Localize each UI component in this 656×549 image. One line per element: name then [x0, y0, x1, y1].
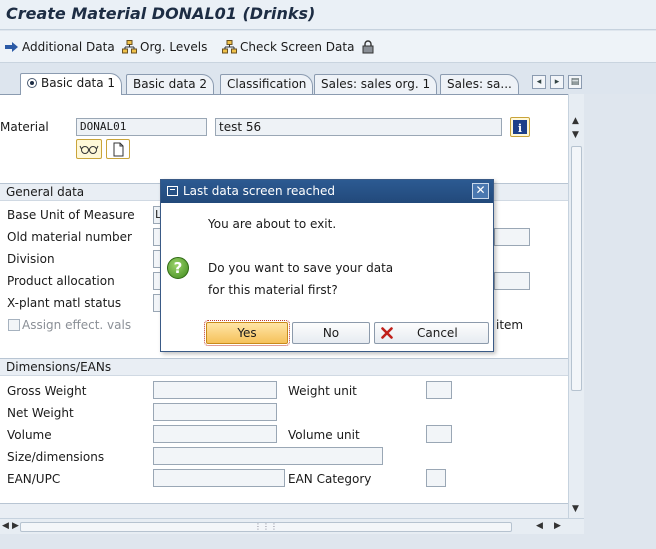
- product-allocation-label: Product allocation: [7, 274, 115, 288]
- svg-text:i: i: [518, 122, 522, 135]
- gross-weight-label: Gross Weight: [7, 384, 87, 398]
- dialog-message-line3: for this material first?: [208, 283, 338, 297]
- base-uom-label: Base Unit of Measure: [7, 208, 135, 222]
- ean-category-field[interactable]: [426, 469, 446, 487]
- tab-scroll-left-icon[interactable]: ◂: [532, 75, 546, 89]
- next-section-header: [0, 503, 568, 518]
- no-button[interactable]: No: [292, 322, 370, 344]
- lock-icon: [362, 40, 374, 54]
- vertical-scrollbar[interactable]: ▲ ▼ ▼: [568, 94, 584, 518]
- tab-label: Sales: sales org. 1: [321, 77, 431, 91]
- radio-selected-icon: [27, 78, 37, 88]
- product-allocation-right-field[interactable]: [494, 272, 530, 290]
- check-screen-icon: [222, 40, 237, 54]
- material-label: Material: [0, 120, 49, 134]
- weight-unit-field[interactable]: [426, 381, 452, 399]
- lock-button[interactable]: [362, 39, 377, 55]
- org-levels-label: Org. Levels: [140, 40, 208, 54]
- volume-label: Volume: [7, 428, 52, 442]
- save-confirmation-dialog: Last data screen reached ✕ You are about…: [160, 179, 494, 352]
- tab-strip: Basic data 1 Basic data 2 Classification…: [0, 63, 656, 95]
- dialog-close-icon[interactable]: ✕: [472, 183, 489, 199]
- tab-basic-data-2[interactable]: Basic data 2: [126, 74, 215, 94]
- scroll-down-icon[interactable]: ▼: [572, 504, 579, 514]
- assign-effect-label: Assign effect. vals: [22, 318, 132, 332]
- check-screen-data-label: Check Screen Data: [240, 40, 355, 54]
- net-weight-field[interactable]: [153, 403, 277, 421]
- division-label: Division: [7, 252, 55, 266]
- ean-upc-field[interactable]: [153, 469, 285, 487]
- weight-unit-label: Weight unit: [288, 384, 357, 398]
- ean-upc-label: EAN/UPC: [7, 472, 61, 486]
- question-icon: ?: [167, 257, 189, 279]
- vertical-scroll-thumb[interactable]: [571, 146, 582, 391]
- bottom-background: [0, 534, 584, 549]
- org-levels-button[interactable]: Org. Levels: [122, 39, 207, 55]
- scroll-right-small-icon[interactable]: ▶: [12, 521, 19, 531]
- hierarchy-icon: [122, 40, 137, 54]
- dialog-message-line2: Do you want to save your data: [208, 261, 394, 275]
- window-title: Create Material DONAL01 (Drinks): [6, 4, 316, 23]
- tab-list-icon[interactable]: ▤: [568, 75, 582, 89]
- dimensions-eans-header: Dimensions/EANs: [0, 358, 568, 376]
- horizontal-scrollbar[interactable]: ◀ ▶ ⋮⋮⋮ ◀ ▶: [0, 518, 584, 534]
- document-button[interactable]: [106, 139, 130, 159]
- cancel-label: Cancel: [417, 326, 458, 340]
- volume-unit-label: Volume unit: [288, 428, 360, 442]
- tab-label: Classification: [227, 77, 307, 91]
- net-weight-label: Net Weight: [7, 406, 74, 420]
- glasses-icon: [79, 145, 99, 154]
- old-material-number-label: Old material number: [7, 230, 132, 244]
- tab-label: Sales: sa...: [447, 77, 512, 91]
- horizontal-scroll-thumb[interactable]: ⋮⋮⋮: [20, 522, 512, 532]
- cancel-button[interactable]: Cancel: [374, 322, 489, 344]
- volume-field[interactable]: [153, 425, 277, 443]
- tab-sales-org-1[interactable]: Sales: sales org. 1: [314, 74, 438, 94]
- check-screen-data-button[interactable]: Check Screen Data: [222, 39, 354, 55]
- volume-unit-field[interactable]: [426, 425, 452, 443]
- scroll-left-icon[interactable]: ◀: [2, 521, 9, 531]
- cancel-x-icon: [381, 327, 393, 339]
- info-button[interactable]: i: [510, 117, 530, 137]
- size-dimensions-field[interactable]: [153, 447, 383, 465]
- glasses-button[interactable]: [76, 139, 102, 159]
- additional-data-button[interactable]: Additional Data: [4, 39, 115, 55]
- assign-effect-checkbox[interactable]: [8, 319, 20, 331]
- tab-scroll-right-icon[interactable]: ▸: [550, 75, 564, 89]
- ean-category-label: EAN Category: [288, 472, 372, 486]
- tab-classification[interactable]: Classification: [220, 74, 314, 94]
- tab-basic-data-1[interactable]: Basic data 1: [20, 73, 123, 95]
- application-toolbar: Additional Data Org. Levels Check Screen…: [0, 31, 656, 63]
- gross-weight-field[interactable]: [153, 381, 277, 399]
- old-material-right-field[interactable]: [494, 228, 530, 246]
- xplant-status-label: X-plant matl status: [7, 296, 122, 310]
- size-dimensions-label: Size/dimensions: [7, 450, 105, 464]
- document-icon: [113, 142, 124, 157]
- dialog-title: Last data screen reached: [183, 184, 335, 198]
- scroll-up-icon[interactable]: ▲: [572, 116, 579, 126]
- material-number-field[interactable]: DONAL01: [76, 118, 207, 136]
- material-description-field[interactable]: test 56: [215, 118, 502, 136]
- tab-label: Basic data 2: [133, 77, 208, 91]
- tab-label: Basic data 1: [41, 76, 116, 90]
- info-icon: i: [513, 120, 527, 135]
- additional-data-label: Additional Data: [22, 40, 115, 54]
- scroll-right-icon[interactable]: ▶: [554, 521, 561, 531]
- right-background: [585, 94, 656, 549]
- arrow-right-icon: [5, 42, 18, 52]
- window-icon: [167, 186, 178, 196]
- yes-button[interactable]: Yes: [204, 320, 290, 346]
- dialog-message-line1: You are about to exit.: [208, 217, 337, 231]
- scroll-left-end-icon[interactable]: ◀: [536, 521, 543, 531]
- scroll-down-small-icon[interactable]: ▼: [572, 130, 579, 140]
- title-bar: Create Material DONAL01 (Drinks): [0, 0, 656, 30]
- item-partial-label: item: [496, 318, 524, 332]
- dialog-title-bar: Last data screen reached ✕: [161, 180, 493, 203]
- tab-sales-sa[interactable]: Sales: sa...: [440, 74, 519, 94]
